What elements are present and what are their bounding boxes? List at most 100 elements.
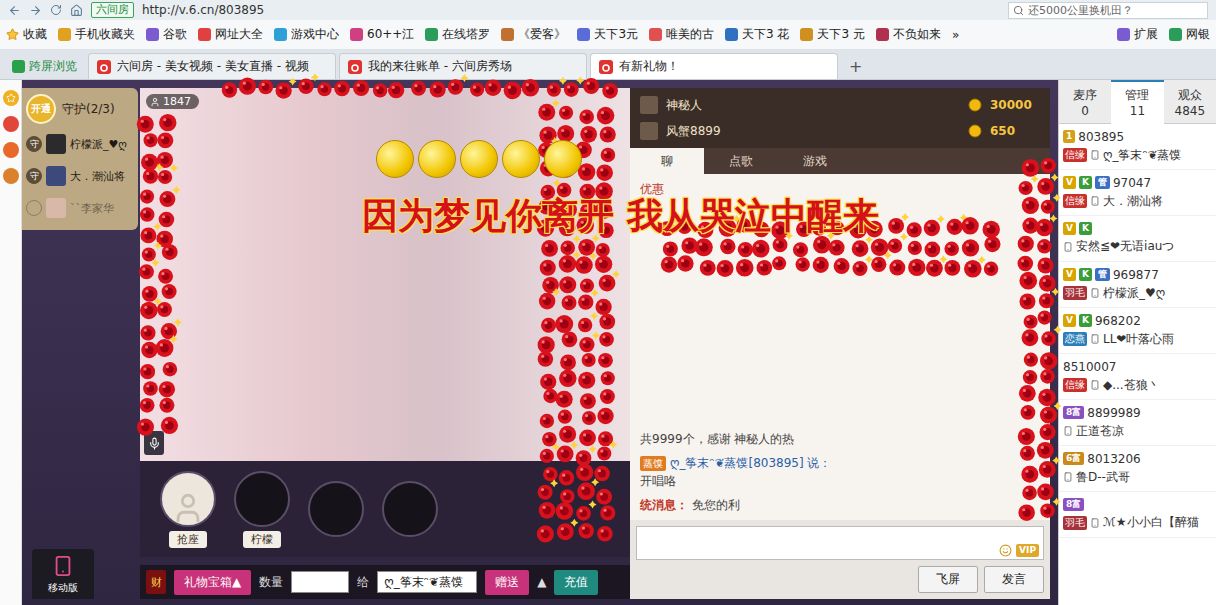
chat-tab[interactable]: 游戏 [778,148,852,174]
ranking-row: 风蟹8899650 [640,120,1040,142]
guard-member[interactable]: 守柠檬派_♥ღ [26,132,134,156]
bookmarks-more[interactable]: » [952,28,959,42]
bookmark[interactable]: 手机收藏夹 [58,26,135,43]
favorite-icon[interactable] [3,90,19,106]
user-row[interactable]: VK安然≦❤无语iauつ [1059,216,1216,262]
audience-tab[interactable]: 麦序0 [1059,80,1111,124]
user-row[interactable]: 8富羽毛ℳ★小小白【醉猫 [1059,492,1216,538]
system-text: 免您的利 [692,496,740,514]
address-field[interactable]: http://v.6.cn/803895 [142,3,1000,17]
user-id: 968202 [1095,314,1141,328]
user-row[interactable]: VK968202恋燕LL❤叶落心雨 [1059,308,1216,354]
audience-tab[interactable]: 管理11 [1111,80,1163,124]
chat-tab[interactable]: 聊 [630,148,704,174]
note-icon[interactable] [3,168,19,184]
star-icon [6,28,19,41]
bookmark[interactable]: 在线塔罗 [425,26,490,43]
coin-row [376,140,582,178]
user-name: ღ_筝末ᵔ❦蒸馍 [1103,147,1181,164]
guard-member[interactable]: 守大．潮汕将 [26,164,134,188]
emoji-icon[interactable] [999,544,1012,557]
bookmark[interactable]: 《爱客》 [501,26,566,43]
bookmark[interactable]: 网址大全 [198,26,263,43]
mobile-version[interactable]: 移动版 [32,549,94,599]
guard-column: 开通守护(2/3)守柠檬派_♥ღ守大．潮汕将``李家华移动版 [22,88,140,599]
bookmark[interactable]: 谷歌 [146,26,187,43]
browser-tab[interactable]: 六间房 - 美女视频 - 美女直播 - 视频 [88,53,336,79]
back-icon[interactable] [8,4,21,17]
quantity-label: 数量 [259,574,283,591]
mic-icon [148,437,161,450]
cross-screen-button[interactable]: 跨屏浏览 [4,53,85,79]
bookmark[interactable]: 游戏中心 [274,26,339,43]
user-row[interactable]: 1803895信缘ღ_筝末ᵔ❦蒸馍 [1059,124,1216,170]
chat-button[interactable]: 发言 [984,566,1044,593]
bookmark[interactable]: 收藏 [6,26,47,43]
user-row[interactable]: 8富8899989正道苍凉 [1059,400,1216,446]
toolbar-extra[interactable]: 网银 [1169,26,1210,43]
seat[interactable]: 抢座 [160,471,216,548]
user-tag: 信缘 [1063,148,1087,162]
ranking-avatar [640,96,658,114]
recipient-select[interactable]: ღ_筝末ᵔ❦蒸馍 [377,571,477,593]
page-content: 开通守护(2/3)守柠檬派_♥ღ守大．潮汕将``李家华移动版1847抢座柠檬财礼… [0,80,1216,605]
search-field[interactable]: 还5000公里换机田？ [1008,2,1208,19]
send-menu-toggle[interactable]: ▲ [537,575,546,589]
gift-box-button[interactable]: 礼物宝箱▲ [174,570,251,595]
browser-tab[interactable]: 我的来往账单 - 六间房秀场 [339,53,587,79]
rose-animation-icon [140,80,1050,550]
mic-button[interactable] [144,431,164,455]
phone-icon [1063,242,1073,252]
bookmark[interactable]: 不负如来 [876,26,941,43]
search-text: 还5000公里换机田？ [1028,3,1133,18]
bookmark[interactable]: 唯美的古 [649,26,714,43]
send-gift-button[interactable]: 赠送 [485,570,529,595]
seat[interactable]: 柠檬 [234,471,290,548]
wealth-icon[interactable]: 财 [146,570,166,594]
message-speaker[interactable]: ღ_筝末ᵔ❦蒸馍[803895] 说： [670,454,831,472]
rank-badge: 8富 [1063,406,1084,419]
user-row[interactable]: 8510007信缘◆...苍狼丶 [1059,354,1216,400]
browser-tab[interactable]: 有新礼物！ [590,53,838,79]
chat-input[interactable]: VIP [636,526,1044,560]
guard-name: ``李家华 [70,201,114,216]
bookmark[interactable]: 天下3元 [577,26,638,43]
guard-member[interactable]: ``李家华 [26,196,134,220]
bookmark[interactable]: 天下3 花 [725,26,789,43]
coin-icon [968,98,982,112]
chat-input-row: VIP [630,520,1050,566]
browser-sidebar [0,80,22,605]
bookmark[interactable]: 60++江 [350,26,414,43]
home-icon[interactable] [70,4,83,17]
reload-icon[interactable] [50,4,62,16]
seat[interactable] [308,481,364,537]
chat-button[interactable]: 飞屏 [918,566,978,593]
rank-badge: 管 [1095,176,1110,189]
chat-tab[interactable]: 点歌 [704,148,778,174]
user-list: 1803895信缘ღ_筝末ᵔ❦蒸馍VK管97047信缘大．潮汕将VK安然≦❤无语… [1059,124,1216,538]
vip-emoji-button[interactable]: VIP [1016,544,1039,557]
phone-icon [1063,426,1073,436]
user-tag: 恋燕 [1063,332,1087,346]
gold-coin-icon [544,140,582,178]
user-row[interactable]: VK管97047信缘大．潮汕将 [1059,170,1216,216]
toolbar-extra[interactable]: 扩展 [1117,26,1158,43]
open-guard-button[interactable]: 开通 [26,94,56,124]
weibo-icon[interactable] [3,116,19,132]
browser-tab-bar: 跨屏浏览六间房 - 美女视频 - 美女直播 - 视频 我的来往账单 - 六间房秀场… [0,50,1216,80]
user-name: ◆...苍狼丶 [1103,377,1160,394]
seat[interactable] [382,481,438,537]
tab-label: 有新礼物！ [619,58,679,75]
rank-badge: K [1079,222,1092,235]
user-row[interactable]: 6富8013206鲁D--武哥 [1059,446,1216,492]
quantity-field[interactable] [291,571,349,593]
bookmark[interactable]: 天下3 元 [800,26,864,43]
tab-label: 我的来往账单 - 六间房秀场 [368,58,512,75]
user-row[interactable]: VK管969877羽毛柠檬派_♥ღ [1059,262,1216,308]
share-icon[interactable] [3,142,19,158]
forward-icon[interactable] [29,4,42,17]
audience-tab[interactable]: 观众4845 [1164,80,1216,124]
guard-mark [26,200,42,216]
recharge-button[interactable]: 充值 [554,570,598,595]
new-tab-button[interactable]: + [841,53,870,79]
